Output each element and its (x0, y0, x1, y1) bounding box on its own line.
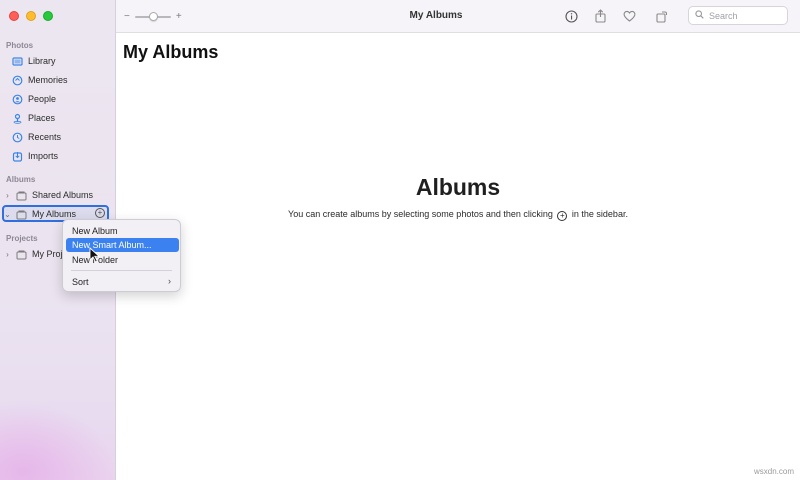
menu-item-new-album[interactable]: New Album (66, 224, 179, 238)
library-icon (12, 56, 23, 67)
sidebar-item-label: Recents (28, 132, 62, 142)
page-title: My Albums (123, 42, 219, 62)
memories-icon (12, 75, 23, 86)
minimize-window-button[interactable] (26, 11, 36, 21)
people-icon (12, 94, 23, 105)
chevron-down-icon[interactable]: ⌄ (4, 210, 11, 219)
fullscreen-window-button[interactable] (43, 11, 53, 21)
sidebar-item-label: Imports (28, 151, 59, 161)
sidebar-item-people[interactable]: People (12, 91, 56, 107)
search-field[interactable]: Search (688, 6, 788, 25)
share-icon[interactable] (592, 8, 608, 24)
info-icon[interactable] (563, 8, 579, 24)
sidebar-item-recents[interactable]: Recents (12, 129, 61, 145)
menu-item-sort[interactable]: Sort (66, 275, 179, 289)
menu-separator (71, 270, 172, 271)
section-label-photos: Photos (6, 41, 34, 50)
chevron-right-icon[interactable]: › (4, 250, 11, 259)
context-menu: New Album New Smart Album... New Folder … (62, 219, 181, 292)
search-placeholder: Search (709, 10, 738, 21)
sidebar-item-library[interactable]: Library (12, 53, 56, 69)
mouse-cursor-icon (89, 247, 101, 263)
window-controls (9, 11, 53, 21)
menu-item-new-smart-album[interactable]: New Smart Album... (66, 238, 179, 252)
sidebar-item-places[interactable]: Places (12, 110, 55, 126)
sidebar-item-my-projects[interactable]: › My Proje (4, 246, 68, 262)
empty-state-title: Albums (415, 174, 501, 200)
section-label-projects: Projects (6, 234, 38, 243)
folder-icon (16, 249, 27, 260)
rotate-icon[interactable] (653, 8, 669, 24)
places-icon (12, 113, 23, 124)
toolbar: − + My Albums Search (116, 0, 800, 33)
sidebar-item-label: People (28, 94, 57, 104)
empty-text-before: You can create albums by selecting some … (288, 209, 553, 219)
sidebar-item-imports[interactable]: Imports (12, 148, 58, 164)
search-icon (695, 10, 704, 21)
shared-albums-icon (16, 190, 27, 201)
submenu-arrow-icon: › (168, 276, 171, 286)
chevron-right-icon[interactable]: › (4, 191, 11, 200)
sidebar-item-shared-albums[interactable]: › Shared Albums (4, 187, 93, 203)
empty-state-text: You can create albums by selecting some … (116, 209, 800, 221)
sidebar-item-label: Places (28, 113, 56, 123)
sidebar-item-label: Memories (28, 75, 68, 85)
window-title-text: My Albums (409, 10, 463, 21)
empty-text-after: in the sidebar. (571, 209, 628, 219)
recents-icon (12, 132, 23, 143)
folder-icon (16, 209, 27, 220)
add-circle-icon: + (557, 211, 568, 221)
sidebar-item-label: Shared Albums (32, 190, 94, 200)
sidebar-item-label: Library (28, 56, 56, 66)
sidebar-glow (0, 400, 116, 480)
section-label-albums: Albums (6, 175, 36, 184)
sidebar-item-label: My Albums (32, 209, 77, 219)
menu-item-new-folder[interactable]: New Folder (66, 253, 179, 267)
close-window-button[interactable] (9, 11, 19, 21)
sidebar-item-memories[interactable]: Memories (12, 72, 68, 88)
watermark: wsxdn.com (753, 467, 794, 476)
imports-icon (12, 151, 23, 162)
heart-icon[interactable] (621, 8, 637, 24)
add-album-icon[interactable]: + (95, 208, 105, 218)
